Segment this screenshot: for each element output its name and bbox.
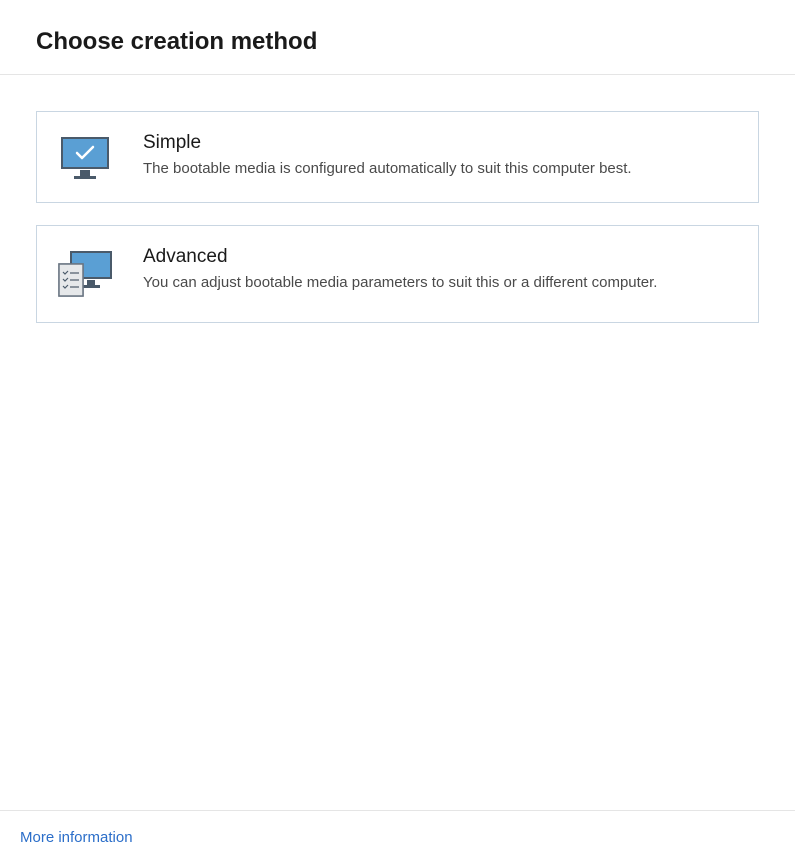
option-advanced-text: Advanced You can adjust bootable media p… — [143, 246, 734, 295]
page-header: Choose creation method — [0, 0, 795, 75]
page-footer: More information — [0, 810, 795, 865]
creation-method-options: Simple The bootable media is configured … — [0, 75, 795, 323]
option-simple-title: Simple — [143, 132, 734, 154]
page-title: Choose creation method — [36, 28, 759, 56]
option-advanced-title: Advanced — [143, 246, 734, 268]
option-advanced-description: You can adjust bootable media parameters… — [143, 272, 734, 295]
option-simple-description: The bootable media is configured automat… — [143, 158, 734, 181]
simple-monitor-icon — [57, 132, 113, 182]
advanced-monitor-checklist-icon — [57, 246, 113, 302]
option-simple-text: Simple The bootable media is configured … — [143, 132, 734, 181]
more-information-link[interactable]: More information — [20, 829, 133, 846]
option-advanced[interactable]: Advanced You can adjust bootable media p… — [36, 225, 759, 323]
option-simple[interactable]: Simple The bootable media is configured … — [36, 111, 759, 203]
